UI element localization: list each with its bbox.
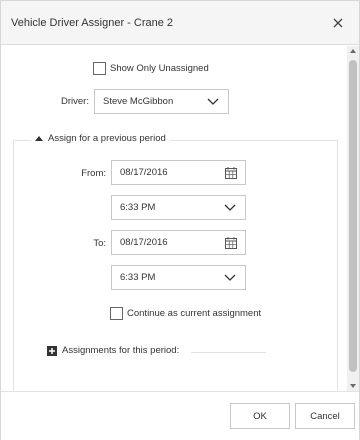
continue-current-label: Continue as current assignment bbox=[127, 308, 262, 319]
show-only-unassigned-label: Show Only Unassigned bbox=[110, 63, 209, 74]
divider bbox=[191, 352, 266, 353]
driver-select-value: Steve McGibbon bbox=[103, 96, 174, 107]
vertical-scrollbar[interactable] bbox=[347, 46, 359, 391]
driver-select[interactable]: Steve McGibbon bbox=[94, 89, 229, 114]
to-date-input[interactable]: 08/17/2016 bbox=[111, 230, 246, 255]
to-date-value: 08/17/2016 bbox=[120, 237, 168, 248]
plus-icon[interactable] bbox=[47, 345, 57, 356]
close-button[interactable] bbox=[329, 14, 347, 32]
assignments-expander[interactable]: Assignments for this period: bbox=[47, 345, 179, 356]
from-label: From: bbox=[81, 168, 106, 179]
calendar-icon[interactable] bbox=[224, 166, 238, 180]
from-date-input[interactable]: 08/17/2016 bbox=[111, 160, 246, 185]
cancel-button[interactable]: Cancel bbox=[295, 403, 355, 429]
checkbox-box[interactable] bbox=[110, 307, 123, 320]
from-time-value: 6:33 PM bbox=[120, 202, 156, 213]
chevron-down-icon bbox=[207, 98, 219, 105]
dialog-titlebar: Vehicle Driver Assigner - Crane 2 bbox=[1, 1, 359, 45]
checkbox-box[interactable] bbox=[93, 62, 106, 75]
ok-button[interactable]: OK bbox=[230, 403, 290, 429]
chevron-down-icon bbox=[224, 274, 236, 281]
dialog-title: Vehicle Driver Assigner - Crane 2 bbox=[11, 17, 174, 29]
to-time-select[interactable]: 6:33 PM bbox=[111, 265, 246, 290]
to-label: To: bbox=[93, 238, 106, 249]
chevron-down-icon bbox=[224, 204, 236, 211]
scrollbar-thumb[interactable] bbox=[349, 60, 357, 372]
calendar-icon[interactable] bbox=[224, 236, 238, 250]
triangle-up-icon bbox=[35, 136, 43, 141]
from-time-select[interactable]: 6:33 PM bbox=[111, 195, 246, 220]
previous-period-legend: Assign for a previous period bbox=[48, 133, 166, 144]
close-icon bbox=[333, 18, 343, 28]
dialog-content: Show Only Unassigned Driver: Steve McGib… bbox=[1, 46, 347, 391]
to-time-value: 6:33 PM bbox=[120, 272, 156, 283]
previous-period-toggle[interactable]: Assign for a previous period bbox=[31, 133, 170, 144]
from-date-value: 08/17/2016 bbox=[120, 167, 168, 178]
driver-assigner-dialog: Vehicle Driver Assigner - Crane 2 Show O… bbox=[0, 0, 360, 440]
assignments-label: Assignments for this period: bbox=[62, 345, 180, 356]
show-only-unassigned-checkbox[interactable]: Show Only Unassigned bbox=[93, 62, 209, 75]
scroll-down-icon[interactable] bbox=[350, 384, 356, 388]
dialog-footer: OK Cancel bbox=[1, 391, 359, 440]
driver-label: Driver: bbox=[61, 96, 89, 107]
scroll-up-icon[interactable] bbox=[350, 49, 356, 53]
continue-current-checkbox[interactable]: Continue as current assignment bbox=[110, 307, 261, 320]
